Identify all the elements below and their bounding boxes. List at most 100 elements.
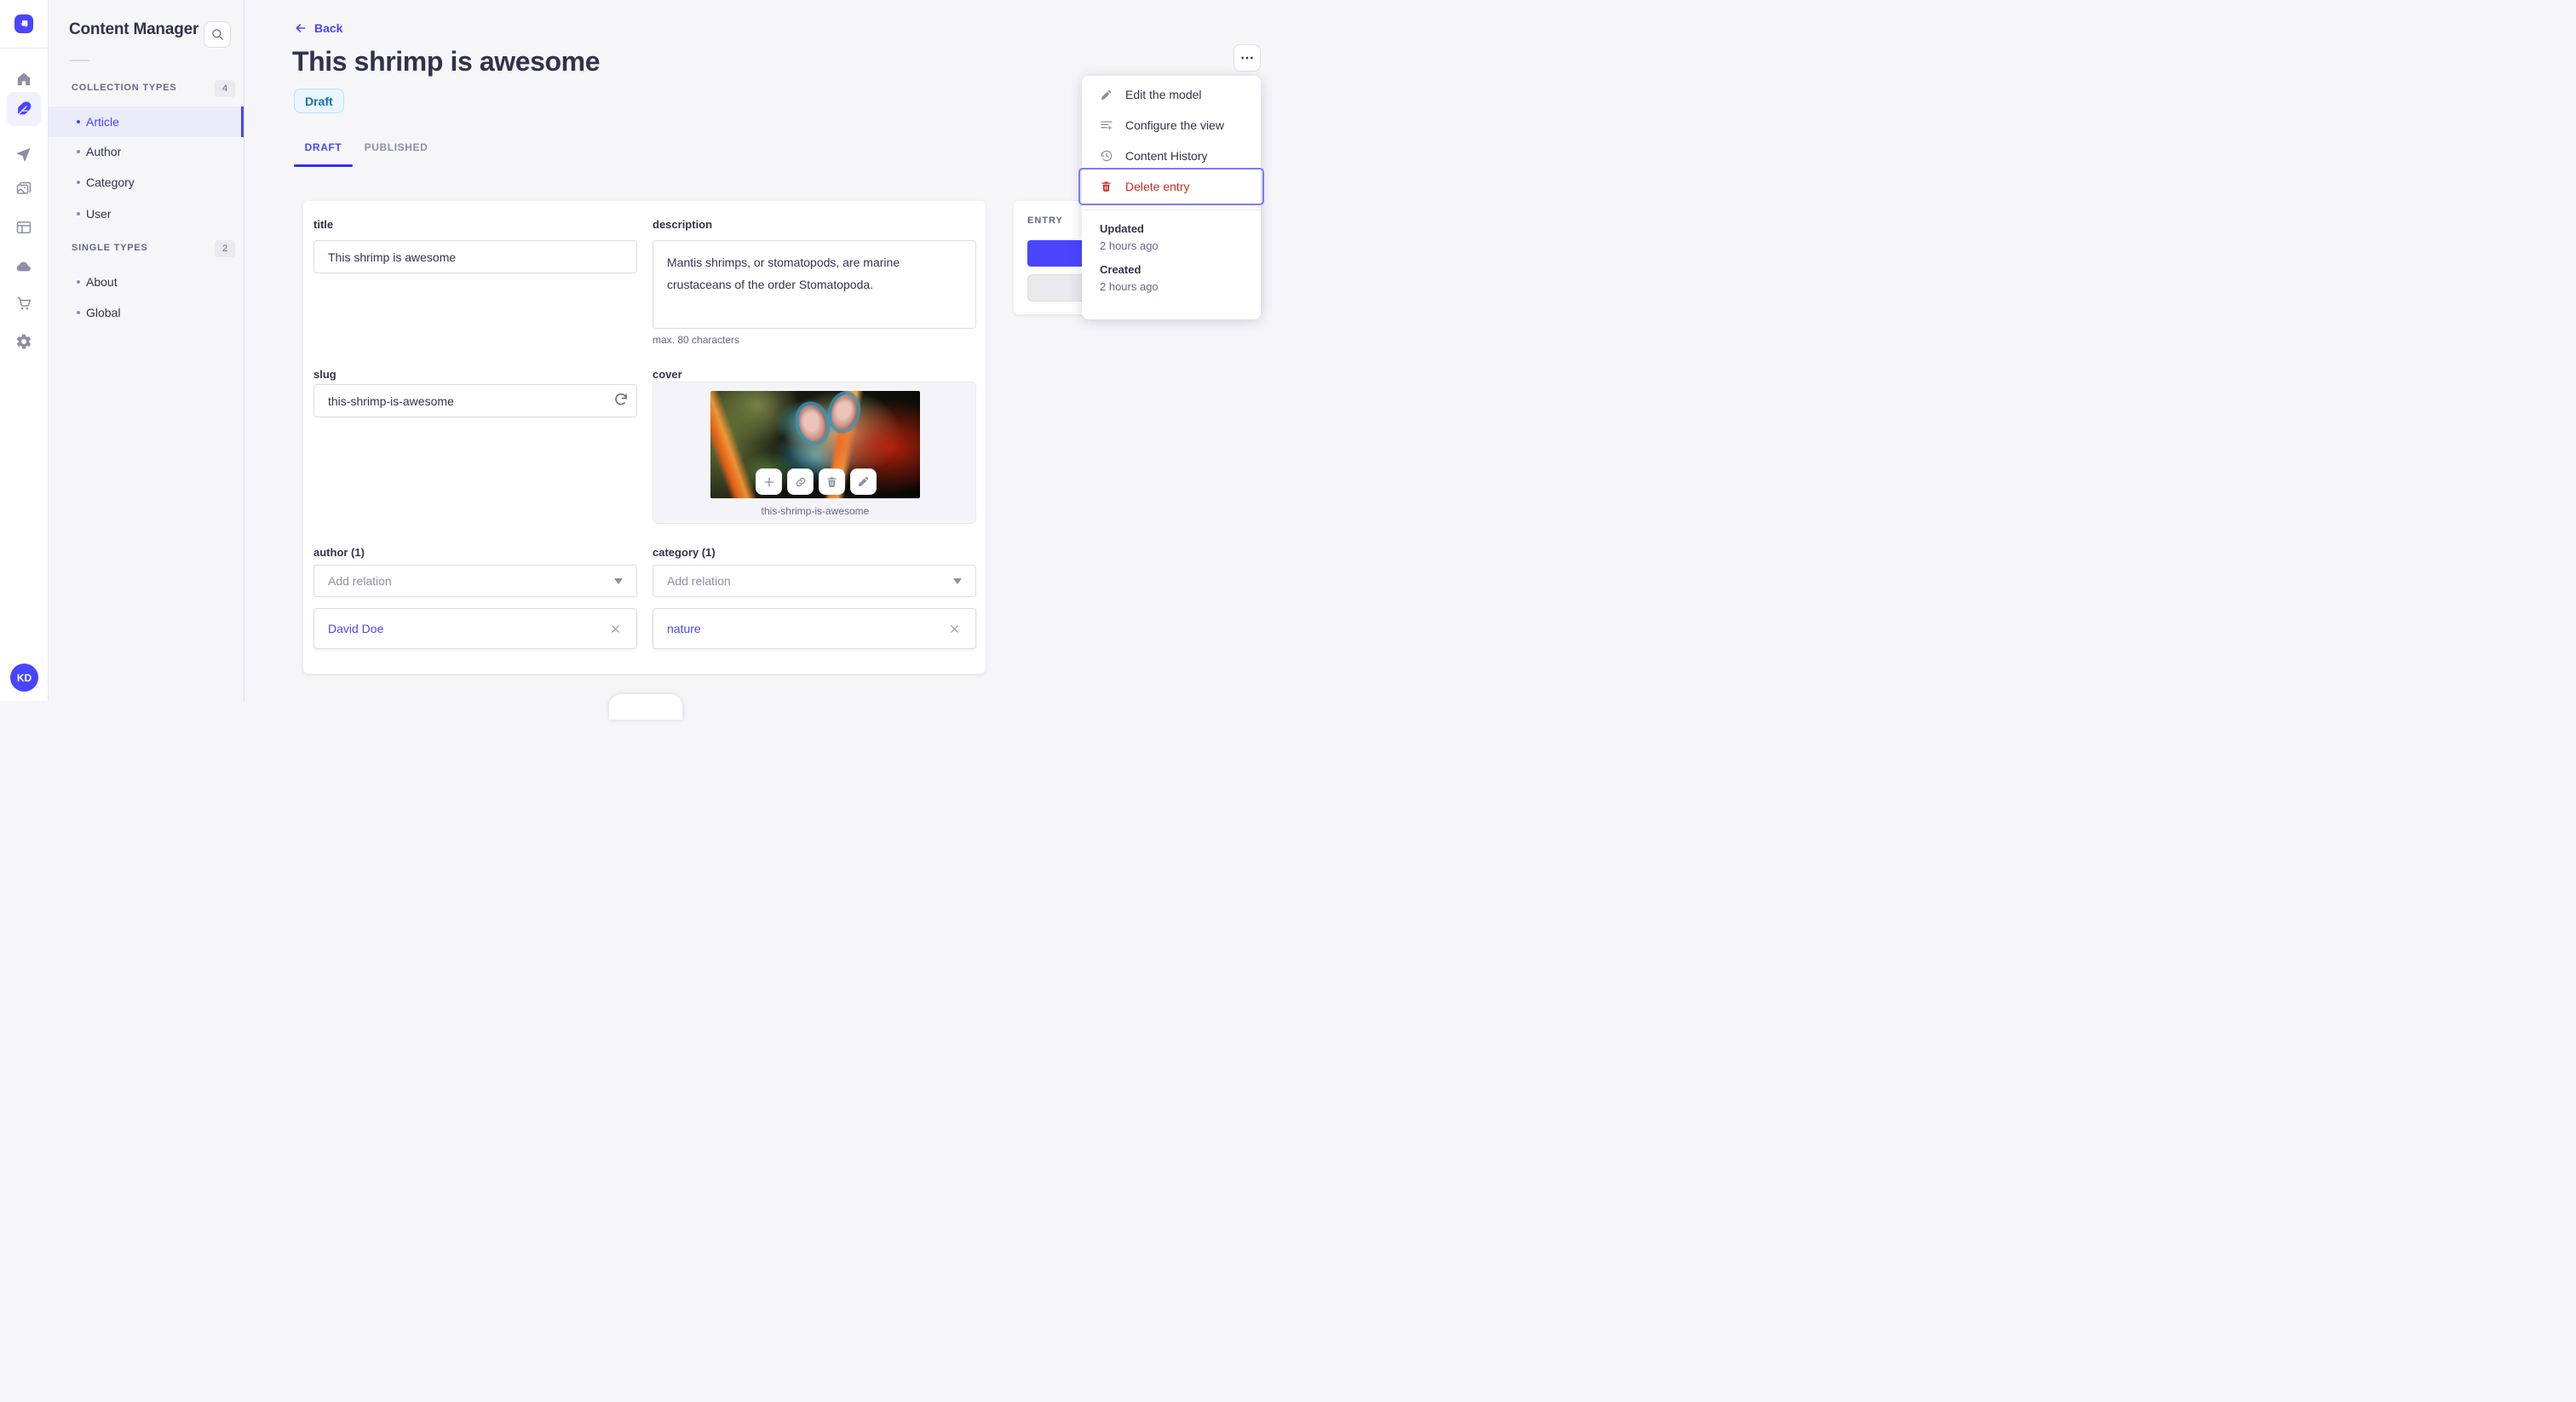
nav-content-manager[interactable] xyxy=(7,92,41,126)
pencil-icon xyxy=(859,476,869,486)
regenerate-slug-button[interactable] xyxy=(613,392,630,409)
menu-item-label: Content History xyxy=(1125,149,1208,163)
chevron-down-icon xyxy=(614,577,623,584)
cover-field: this-shrimp-is-awesome xyxy=(653,382,976,524)
slug-label: slug xyxy=(313,368,336,381)
created-label: Created xyxy=(1100,263,1141,276)
nav-settings[interactable] xyxy=(7,325,41,359)
description-hint: max. 80 characters xyxy=(653,334,740,346)
bullet-icon xyxy=(77,212,80,215)
edit-media-button[interactable] xyxy=(850,468,877,495)
back-label: Back xyxy=(314,21,343,35)
close-icon xyxy=(611,624,619,633)
nav-deploy[interactable] xyxy=(7,250,41,284)
active-tab-underline xyxy=(294,164,353,167)
shopping-cart-icon xyxy=(17,296,32,310)
slug-field-wrapper xyxy=(313,384,637,417)
shrimp-eye xyxy=(794,401,831,445)
sidebar-item-label: Author xyxy=(86,145,122,158)
tab-draft[interactable]: DRAFT xyxy=(294,139,353,156)
entry-panel-title: ENTRY xyxy=(1027,215,1063,226)
category-relation-link[interactable]: nature xyxy=(667,622,945,635)
back-link[interactable]: Back xyxy=(294,21,342,35)
category-relation-select[interactable]: Add relation xyxy=(653,565,976,597)
menu-meta: Updated 2 hours ago Created 2 hours ago xyxy=(1100,221,1159,302)
remove-category-button[interactable] xyxy=(945,619,963,638)
description-label: description xyxy=(653,218,713,231)
add-media-button[interactable] xyxy=(756,468,782,495)
nav-releases[interactable] xyxy=(7,138,41,172)
bullet-icon xyxy=(77,311,80,314)
main-nav: KD xyxy=(0,0,49,701)
slug-input[interactable] xyxy=(313,384,637,417)
sidebar-item-label: User xyxy=(86,207,112,221)
menu-item-delete-entry[interactable]: Delete entry xyxy=(1082,171,1261,202)
media-library-icon xyxy=(16,181,32,194)
remove-author-button[interactable] xyxy=(606,619,624,638)
link-icon xyxy=(796,477,805,486)
bottom-panel-handle[interactable] xyxy=(609,694,682,720)
category-label: category (1) xyxy=(653,546,716,559)
single-types-count: 2 xyxy=(215,240,235,257)
menu-item-label: Delete entry xyxy=(1125,180,1190,193)
nav-content-type-builder[interactable] xyxy=(7,210,41,244)
author-relation-link[interactable]: David Doe xyxy=(328,622,606,635)
plus-icon xyxy=(764,477,773,486)
layout-icon xyxy=(16,221,32,233)
configure-list-icon xyxy=(1100,118,1114,132)
pencil-icon xyxy=(1100,89,1114,101)
user-avatar[interactable]: KD xyxy=(10,664,38,692)
category-relation-placeholder: Add relation xyxy=(667,574,731,588)
menu-item-content-history[interactable]: Content History xyxy=(1082,141,1261,171)
nav-home[interactable] xyxy=(7,62,41,96)
sidebar-item-global[interactable]: Global xyxy=(49,297,244,328)
sidebar-item-author[interactable]: Author xyxy=(49,136,244,167)
author-label: author (1) xyxy=(313,546,365,559)
refresh-icon xyxy=(615,393,627,405)
trash-icon xyxy=(1100,180,1114,193)
author-relation-placeholder: Add relation xyxy=(328,574,392,588)
shrimp-eye xyxy=(827,392,861,433)
created-value: 2 hours ago xyxy=(1100,280,1159,293)
strapi-logo[interactable] xyxy=(14,14,33,33)
copy-link-button[interactable] xyxy=(787,468,814,495)
nav-marketplace[interactable] xyxy=(7,286,41,320)
sidebar-item-about[interactable]: About xyxy=(49,267,244,297)
paper-plane-icon xyxy=(17,147,31,162)
more-actions-button[interactable]: ⋯ xyxy=(1233,44,1261,72)
nav-media-library[interactable] xyxy=(7,172,41,206)
back-arrow-icon xyxy=(296,24,306,32)
cover-label: cover xyxy=(653,368,682,381)
updated-label: Updated xyxy=(1100,222,1144,235)
sidebar-item-category[interactable]: Category xyxy=(49,167,244,198)
feather-icon xyxy=(17,101,32,116)
sidebar-item-label: Article xyxy=(86,115,119,129)
nav-divider xyxy=(0,48,48,49)
description-textarea[interactable]: Mantis shrimps, or stomatopods, are mari… xyxy=(653,240,976,329)
edit-form-card: title description Mantis shrimps, or sto… xyxy=(303,201,986,674)
author-relation-select[interactable]: Add relation xyxy=(313,565,637,597)
history-clock-icon xyxy=(1100,149,1114,163)
menu-item-edit-the-model[interactable]: Edit the model xyxy=(1082,79,1261,110)
sidebar-item-label: Category xyxy=(86,175,135,189)
sidebar-item-user[interactable]: User xyxy=(49,198,244,229)
collection-types-count: 4 xyxy=(215,80,235,97)
trash-icon xyxy=(827,476,837,487)
cover-actions xyxy=(756,468,877,495)
title-input[interactable] xyxy=(313,240,637,273)
search-button[interactable] xyxy=(204,21,231,48)
page-title: This shrimp is awesome xyxy=(292,46,601,77)
updated-value: 2 hours ago xyxy=(1100,239,1159,252)
section-single-types: SINGLE TYPES xyxy=(72,243,148,253)
home-icon xyxy=(17,72,31,86)
menu-item-configure-the-view[interactable]: Configure the view xyxy=(1082,110,1261,141)
sidebar-item-article[interactable]: Article xyxy=(49,106,244,137)
tab-published[interactable]: PUBLISHED xyxy=(360,139,432,156)
content-manager-subnav: Content Manager COLLECTION TYPES 4 Artic… xyxy=(49,0,244,701)
chevron-down-icon xyxy=(953,577,962,584)
bullet-icon xyxy=(77,120,80,124)
gear-icon xyxy=(16,334,32,349)
delete-media-button[interactable] xyxy=(819,468,845,495)
sidebar-item-label: Global xyxy=(86,306,121,319)
close-icon xyxy=(950,624,958,633)
